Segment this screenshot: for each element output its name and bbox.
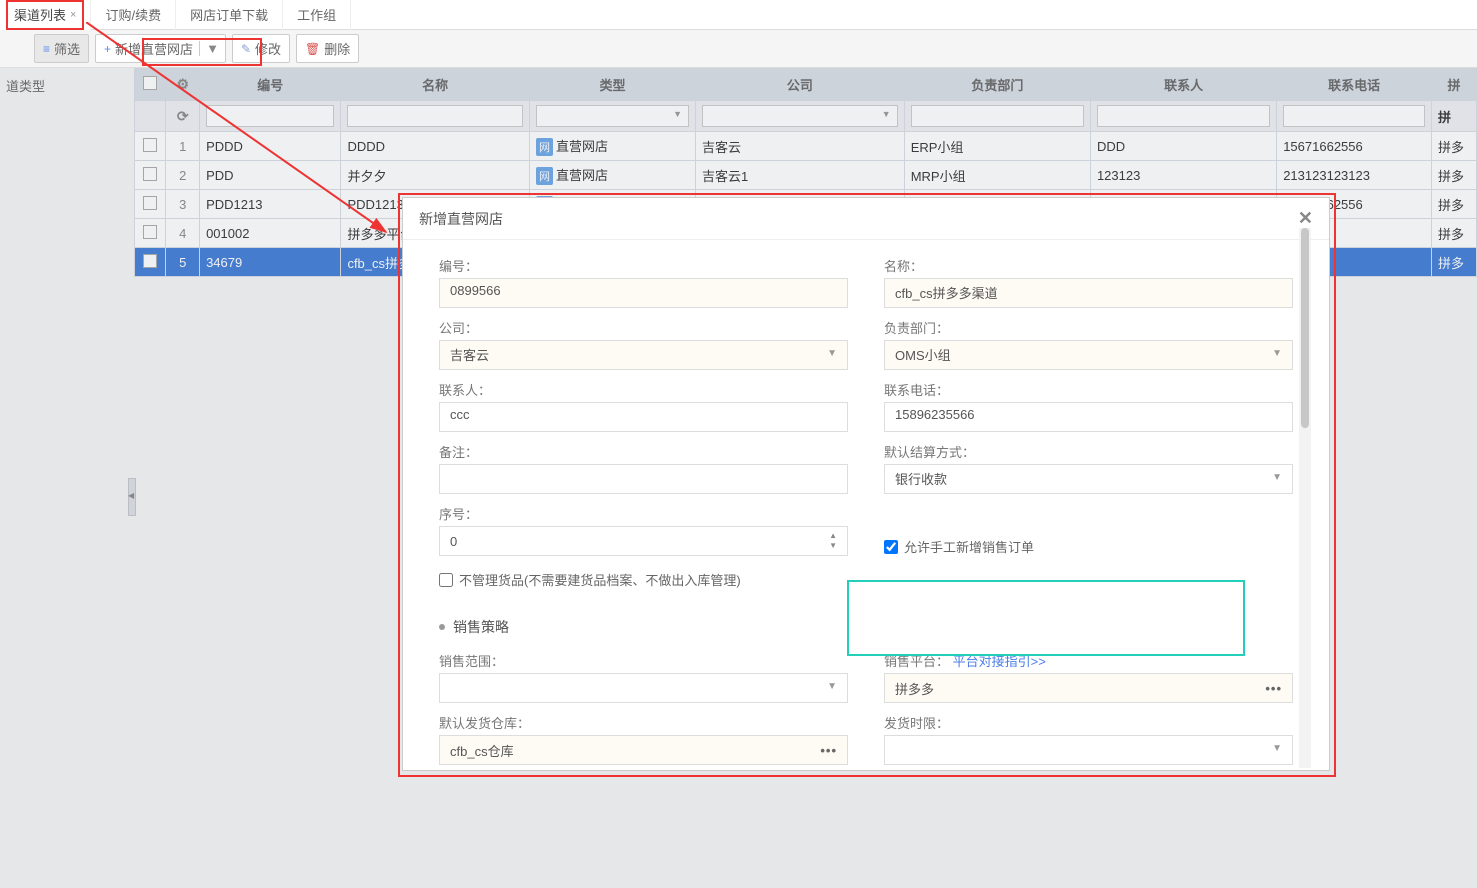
scroll-thumb[interactable]: [1301, 228, 1309, 428]
add-shop-button[interactable]: + 新增直营网店 ▼: [95, 34, 226, 63]
modal-header: 新增直营网店 ✕: [403, 198, 1329, 240]
edit-label: 修改: [255, 39, 281, 58]
name-label: 名称：: [884, 256, 1293, 275]
chevron-down-icon[interactable]: ▼: [199, 41, 225, 56]
corp-select[interactable]: 吉客云: [439, 340, 848, 370]
platform-label: 销售平台： 平台对接指引>>: [884, 651, 1293, 670]
plus-icon: +: [104, 42, 111, 56]
tab-label: 网店订单下载: [190, 5, 268, 24]
filter-icon: ≡: [43, 42, 50, 56]
browse-icon[interactable]: •••: [820, 743, 837, 758]
stepper-arrows[interactable]: ▲▼: [829, 531, 837, 551]
modal-body: 编号： 0899566 名称： cfb_cs拼多多渠道 公司： 吉客云 负责部门…: [403, 240, 1329, 770]
tab-channel-list[interactable]: 渠道列表 ×: [0, 0, 91, 30]
add-label: 新增直营网店: [115, 39, 193, 58]
warehouse-label: 默认发货仓库：: [439, 713, 848, 732]
delete-button[interactable]: 🗑 删除: [296, 34, 359, 63]
seq-label: 序号：: [439, 504, 848, 523]
allow-manual-checkbox[interactable]: 允许手工新增销售订单: [884, 533, 1293, 556]
section-sale-strategy: 销售策略: [439, 617, 1293, 637]
modal-scrollbar[interactable]: [1299, 228, 1311, 768]
edit-button[interactable]: ✎ 修改: [232, 34, 290, 63]
seq-input[interactable]: 0 ▲▼: [439, 526, 848, 556]
toolbar: ≡ 筛选 + 新增直营网店 ▼ ✎ 修改 🗑 删除: [0, 30, 1477, 68]
no-goods-box[interactable]: [439, 573, 453, 587]
tab-workgroup[interactable]: 工作组: [283, 0, 351, 30]
add-shop-modal: 新增直营网店 ✕ 编号： 0899566 名称： cfb_cs拼多多渠道 公司：…: [402, 197, 1330, 771]
browse-icon[interactable]: •••: [1265, 681, 1282, 696]
settle-label: 默认结算方式：: [884, 442, 1293, 461]
phone-label: 联系电话：: [884, 380, 1293, 399]
ship-time-select[interactable]: [884, 735, 1293, 765]
close-icon[interactable]: ✕: [1298, 208, 1313, 229]
allow-manual-box[interactable]: [884, 540, 898, 554]
platform-guide-link[interactable]: 平台对接指引>>: [953, 654, 1046, 669]
dept-label: 负责部门：: [884, 318, 1293, 337]
scope-label: 销售范围：: [439, 651, 848, 670]
ship-time-label: 发货时限：: [884, 713, 1293, 732]
dept-select[interactable]: OMS小组: [884, 340, 1293, 370]
settle-select[interactable]: 银行收款: [884, 464, 1293, 494]
tab-label: 工作组: [297, 5, 336, 24]
tab-label: 渠道列表: [14, 5, 66, 24]
modal-title: 新增直营网店: [419, 209, 503, 229]
tab-label: 订购/续费: [105, 5, 161, 24]
filter-label: 筛选: [54, 39, 80, 58]
phone-input[interactable]: 15896235566: [884, 402, 1293, 432]
contact-label: 联系人：: [439, 380, 848, 399]
tab-subscribe[interactable]: 订购/续费: [91, 0, 176, 30]
remark-input[interactable]: [439, 464, 848, 494]
name-input[interactable]: cfb_cs拼多多渠道: [884, 278, 1293, 308]
del-label: 删除: [324, 39, 350, 58]
contact-input[interactable]: ccc: [439, 402, 848, 432]
top-tabs: 渠道列表 × 订购/续费 网店订单下载 工作组: [0, 0, 1477, 30]
trash-icon: 🗑: [305, 42, 320, 56]
code-input[interactable]: 0899566: [439, 278, 848, 308]
edit-icon: ✎: [241, 42, 251, 56]
tab-close-icon[interactable]: ×: [70, 9, 76, 21]
filter-button[interactable]: ≡ 筛选: [34, 34, 89, 63]
no-goods-checkbox[interactable]: 不管理货品(不需要建货品档案、不做出入库管理): [439, 566, 741, 589]
warehouse-input[interactable]: cfb_cs仓库 •••: [439, 735, 848, 765]
platform-input[interactable]: 拼多多 •••: [884, 673, 1293, 703]
scope-select[interactable]: [439, 673, 848, 703]
code-label: 编号：: [439, 256, 848, 275]
tab-download[interactable]: 网店订单下载: [176, 0, 283, 30]
remark-label: 备注：: [439, 442, 848, 461]
corp-label: 公司：: [439, 318, 848, 337]
